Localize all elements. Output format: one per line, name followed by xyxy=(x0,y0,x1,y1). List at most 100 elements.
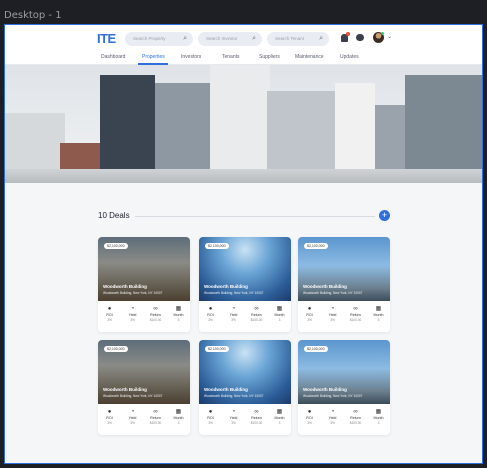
stat-label: Return xyxy=(350,313,361,317)
stat-roi: ● ROI 3% xyxy=(99,303,121,331)
money-bag-icon: ● xyxy=(107,409,112,415)
stat-label: ROI xyxy=(306,416,313,420)
stat-value: $100.00 xyxy=(349,318,362,322)
calendar-icon: ▦ xyxy=(175,306,182,312)
stat-yield: ◔ Yield 3% xyxy=(122,406,144,434)
search-investor-input[interactable]: Search Investor ⌕ xyxy=(198,32,262,46)
deal-card[interactable]: $2,100,000 Woodworth Building Woodworth Bu… xyxy=(199,340,291,435)
money-bag-icon: ● xyxy=(208,409,213,415)
stat-value: 3% xyxy=(208,318,213,322)
search-property-placeholder: Search Property xyxy=(133,36,166,41)
stat-month: ▦ Month 3 xyxy=(368,406,390,434)
calendar-icon: ▦ xyxy=(175,409,182,415)
stat-label: Yield xyxy=(128,416,137,420)
stat-label: Return xyxy=(150,313,161,317)
notification-badge xyxy=(346,32,350,36)
hero-building xyxy=(210,65,270,183)
hero-street xyxy=(5,169,482,183)
stat-return: ∞ Return $100.00 xyxy=(246,406,268,434)
stat-value: 3 xyxy=(377,318,380,322)
stat-label: Month xyxy=(173,313,184,317)
property-name: Woodworth Building xyxy=(303,284,347,289)
stat-label: Yield xyxy=(128,313,137,317)
stat-value: $100.00 xyxy=(250,318,263,322)
stat-month: ▦ Month 3 xyxy=(368,303,390,331)
price-badge: $2,100,000 xyxy=(104,243,128,249)
divider xyxy=(135,216,375,217)
nav-updates[interactable]: Updates xyxy=(340,54,359,60)
stat-return: ∞ Return $100.00 xyxy=(145,303,167,331)
frame-label: Desktop - 1 xyxy=(4,10,62,21)
stat-label: ROI xyxy=(106,313,113,317)
app-canvas: ITE Search Property ⌕ Search Investor ⌕ … xyxy=(4,24,483,464)
search-property-input[interactable]: Search Property ⌕ xyxy=(125,32,193,46)
deal-stats: ● ROI 3% ◔ Yield 3% ∞ Return $100.00 ▦ Month 3 xyxy=(98,406,190,434)
stat-roi: ● ROI 3% xyxy=(200,303,222,331)
stat-yield: ◔ Yield 3% xyxy=(322,303,344,331)
nav-investors[interactable]: Investors xyxy=(181,54,201,60)
hero-city-image xyxy=(5,65,482,183)
app-logo[interactable]: ITE xyxy=(97,31,116,46)
price-badge: $2,100,000 xyxy=(304,346,328,352)
nav-tenants[interactable]: Tenants xyxy=(222,54,240,60)
chevron-down-icon[interactable]: ⌄ xyxy=(387,33,392,40)
stat-label: ROI xyxy=(207,313,214,317)
chat-icon[interactable] xyxy=(356,34,364,41)
stat-return: ∞ Return $100.00 xyxy=(345,406,367,434)
price-badge: $2,100,000 xyxy=(104,346,128,352)
stat-label: Month xyxy=(274,313,285,317)
property-name: Woodworth Building xyxy=(103,284,147,289)
hero-building xyxy=(405,75,482,183)
deal-card[interactable]: $2,100,000 Woodworth Building Woodworth Bu… xyxy=(98,340,190,435)
stat-value: $100.00 xyxy=(149,318,162,322)
deal-card[interactable]: $2,100,000 Woodworth Building Woodworth Bu… xyxy=(98,237,190,332)
stat-month: ▦ Month 3 xyxy=(168,406,190,434)
add-deal-button[interactable]: + xyxy=(379,210,390,221)
nav-properties[interactable]: Properties xyxy=(142,54,165,60)
stat-roi: ● ROI 3% xyxy=(299,406,321,434)
nav-maintenance[interactable]: Maintenance xyxy=(295,54,324,60)
stat-roi: ● ROI 3% xyxy=(99,406,121,434)
deals-count-heading: 10 Deals xyxy=(98,211,130,220)
infinity-icon: ∞ xyxy=(254,409,259,415)
stat-value: 3 xyxy=(177,318,180,322)
infinity-icon: ∞ xyxy=(153,306,158,312)
stat-label: ROI xyxy=(207,416,214,420)
stat-label: Return xyxy=(251,313,262,317)
stat-value: 3% xyxy=(231,421,236,425)
stat-return: ∞ Return $100.00 xyxy=(145,406,167,434)
property-address: Woodworth Building, New York, NY 10007 xyxy=(103,394,163,398)
search-investor-placeholder: Search Investor xyxy=(206,36,238,41)
stat-value: 3% xyxy=(208,421,213,425)
deal-stats: ● ROI 3% ◔ Yield 3% ∞ Return $100.00 ▦ Month 3 xyxy=(298,406,390,434)
deal-card[interactable]: $2,100,000 Woodworth Building Woodworth Bu… xyxy=(199,237,291,332)
stat-value: $100.00 xyxy=(149,421,162,425)
money-bag-icon: ● xyxy=(307,409,312,415)
nav-suppliers[interactable]: Suppliers xyxy=(259,54,280,60)
property-name: Woodworth Building xyxy=(103,387,147,392)
deal-card[interactable]: $2,100,000 Woodworth Building Woodworth Bu… xyxy=(298,340,390,435)
stat-label: Month xyxy=(173,416,184,420)
stat-value: 3% xyxy=(330,421,335,425)
stat-label: Yield xyxy=(229,416,238,420)
stat-roi: ● ROI 3% xyxy=(299,303,321,331)
property-address: Woodworth Building, New York, NY 10007 xyxy=(303,394,363,398)
stat-month: ▦ Month 3 xyxy=(168,303,190,331)
hero-building xyxy=(155,83,210,183)
top-navbar: ITE Search Property ⌕ Search Investor ⌕ … xyxy=(5,25,482,65)
stat-value: $100.00 xyxy=(349,421,362,425)
search-icon: ⌕ xyxy=(319,35,323,42)
money-bag-icon: ● xyxy=(107,306,112,312)
deal-stats: ● ROI 3% ◔ Yield 3% ∞ Return $100.00 ▦ Month 3 xyxy=(199,406,291,434)
property-address: Woodworth Building, New York, NY 10007 xyxy=(204,394,264,398)
nav-dashboard[interactable]: Dashboard xyxy=(101,54,125,60)
infinity-icon: ∞ xyxy=(254,306,259,312)
property-name: Woodworth Building xyxy=(204,387,248,392)
search-tenant-input[interactable]: Search Tenant ⌕ xyxy=(267,32,329,46)
stat-label: Return xyxy=(251,416,262,420)
deal-card[interactable]: $2,100,000 Woodworth Building Woodworth Bu… xyxy=(298,237,390,332)
infinity-icon: ∞ xyxy=(353,409,358,415)
search-icon: ⌕ xyxy=(183,35,187,42)
online-status-dot xyxy=(381,32,384,35)
stat-label: ROI xyxy=(106,416,113,420)
